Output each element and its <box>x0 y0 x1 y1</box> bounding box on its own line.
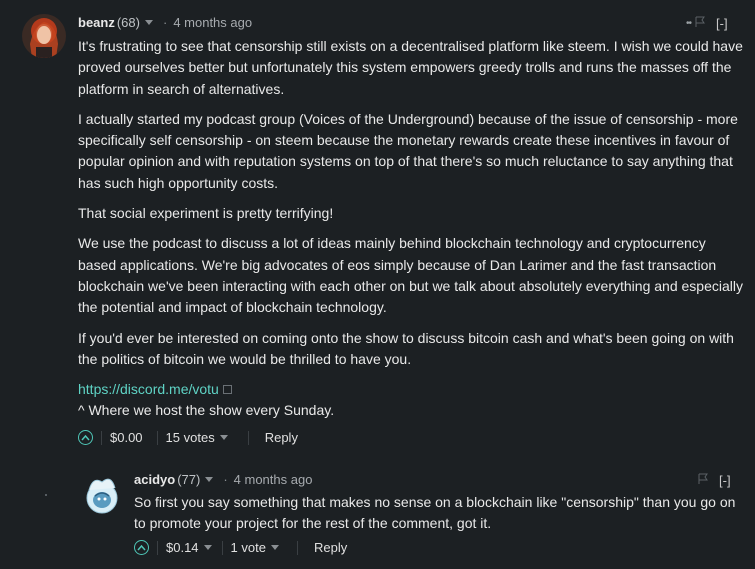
comment-timestamp[interactable]: 4 months ago <box>173 15 252 30</box>
chevron-down-icon[interactable] <box>144 20 153 25</box>
avatar-image <box>22 14 66 58</box>
comment-footer: $0.00 15 votes Reply <box>78 430 298 445</box>
divider <box>247 430 249 445</box>
upvote-icon[interactable] <box>134 540 149 555</box>
collapse-toggle[interactable]: [-] <box>719 473 731 488</box>
divider <box>101 430 102 445</box>
comment-paragraph: I actually started my podcast group (Voi… <box>78 110 738 191</box>
comment-header: beanz (68) · 4 months ago <box>78 15 252 30</box>
avatar-beanz[interactable] <box>22 14 66 58</box>
chevron-down-icon[interactable] <box>270 545 279 550</box>
votes-count[interactable]: 1 vote <box>231 540 266 555</box>
thread-dot <box>45 494 47 496</box>
external-link-icon <box>222 385 232 395</box>
divider <box>157 540 158 555</box>
payout-value[interactable]: $0.00 <box>110 430 143 445</box>
votes-count[interactable]: 15 votes <box>166 430 215 445</box>
comment-body: So first you say something that makes no… <box>134 492 746 544</box>
discord-link[interactable]: https://discord.me/votu <box>78 381 219 397</box>
comment-paragraph: If you'd ever be interested on coming on… <box>78 329 734 367</box>
link-caption: ^ Where we host the show every Sunday. <box>78 402 335 419</box>
upvote-icon[interactable] <box>78 430 93 445</box>
reply-button[interactable]: Reply <box>314 540 347 555</box>
separator-dot: · <box>223 472 228 487</box>
avatar-acidyo[interactable] <box>84 472 120 514</box>
divider <box>156 430 158 445</box>
comment-footer: $0.14 1 vote Reply <box>134 540 347 555</box>
more-icon[interactable]: •• <box>686 18 692 29</box>
comment-header: acidyo (77) · 4 months ago <box>134 472 312 487</box>
chevron-down-icon[interactable] <box>203 545 212 550</box>
author-name[interactable]: beanz <box>78 15 115 30</box>
separator-dot: · <box>162 15 168 30</box>
comment-body: It's frustrating to see that censorship … <box>78 36 743 422</box>
reply-button[interactable]: Reply <box>265 430 298 445</box>
divider <box>296 540 298 555</box>
flag-icon[interactable] <box>698 473 709 488</box>
author-reputation: (77) <box>177 472 201 487</box>
chevron-down-icon[interactable] <box>205 477 214 482</box>
comment-actions: •• [-] <box>686 16 728 31</box>
comment-paragraph: It's frustrating to see that censorship … <box>78 38 743 97</box>
comment-timestamp[interactable]: 4 months ago <box>234 472 313 487</box>
comment-paragraph: That social experiment is pretty terrify… <box>78 205 334 222</box>
comment-paragraph: We use the podcast to discuss a lot of i… <box>78 235 743 316</box>
payout-value[interactable]: $0.14 <box>166 540 199 555</box>
collapse-toggle[interactable]: [-] <box>716 16 728 31</box>
author-name[interactable]: acidyo <box>134 472 175 487</box>
author-reputation: (68) <box>116 15 140 30</box>
flag-icon[interactable] <box>695 16 706 31</box>
comment-actions: [-] <box>698 473 731 488</box>
comment-paragraph: So first you say something that makes no… <box>134 494 736 532</box>
avatar-image <box>86 478 118 514</box>
chevron-down-icon[interactable] <box>219 435 228 440</box>
divider <box>221 540 223 555</box>
